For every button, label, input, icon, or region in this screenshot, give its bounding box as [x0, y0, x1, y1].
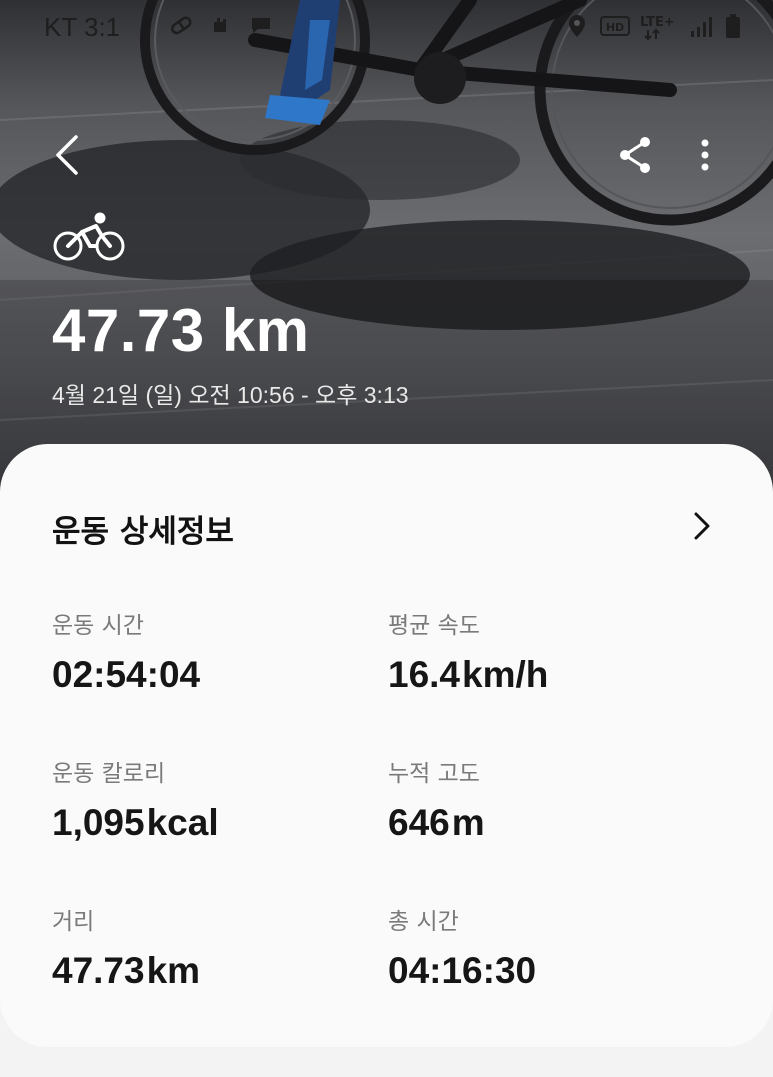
stat-value: 646m: [388, 802, 485, 843]
stat-label: 총 시간: [388, 909, 459, 935]
stat-label: 운동 칼로리: [52, 761, 166, 787]
stat-distance: 거리 47.73km: [52, 902, 200, 992]
total-distance: 47.73 km: [52, 297, 310, 364]
stat-value: 47.73km: [52, 950, 201, 991]
svg-text:LTE+: LTE+: [640, 15, 675, 30]
status-bar: KT 3:1 HD LTE+: [0, 0, 773, 56]
stat-label: 거리: [52, 909, 95, 935]
details-more-button[interactable]: [680, 504, 724, 548]
cycling-icon: [53, 212, 125, 261]
chevron-right-icon: [694, 512, 710, 540]
stat-value: 02:54:04: [52, 654, 201, 695]
chat-icon: [252, 18, 270, 33]
hand-icon: [214, 18, 226, 32]
share-button[interactable]: [610, 130, 660, 180]
lte-icon: LTE+: [640, 15, 675, 40]
svg-text:HD: HD: [606, 21, 624, 34]
more-options-button[interactable]: [680, 130, 730, 180]
back-button[interactable]: [42, 130, 92, 180]
stat-total-time: 총 시간 04:16:30: [388, 902, 538, 992]
carrier-time: KT 3:1: [44, 12, 121, 42]
pill-icon: [171, 16, 192, 35]
chevron-left-icon: [56, 135, 78, 175]
more-vertical-icon: [701, 139, 709, 171]
share-icon: [620, 137, 650, 173]
stat-average-speed: 평균 속도 16.4km/h: [388, 606, 548, 696]
location-icon: [569, 15, 585, 37]
stat-label: 운동 시간: [52, 613, 144, 639]
workout-details-card: 운동 상세정보 운동 시간 02:54:04 평균 속도 16.4km/h 운동…: [0, 444, 773, 1047]
stat-value: 04:16:30: [388, 950, 537, 991]
stat-workout-time: 운동 시간 02:54:04: [52, 606, 202, 696]
battery-icon: [726, 14, 740, 38]
details-title: 운동 상세정보: [52, 514, 234, 550]
stat-calories: 운동 칼로리 1,095kcal: [52, 754, 219, 844]
workout-datetime: 4월 21일 (일) 오전 10:56 - 오후 3:13: [52, 382, 409, 408]
hd-icon: HD: [600, 16, 630, 36]
stat-elevation-gain: 누적 고도 646m: [388, 754, 485, 844]
stat-label: 누적 고도: [388, 761, 480, 787]
stat-label: 평균 속도: [388, 613, 480, 639]
stat-value: 16.4km/h: [388, 654, 549, 695]
hero-banner: KT 3:1 HD LTE+ 47.73 km 4월 21일 (일) 오전 10…: [0, 0, 773, 520]
stat-value: 1,095kcal: [52, 802, 219, 843]
signal-icon: [691, 17, 712, 37]
